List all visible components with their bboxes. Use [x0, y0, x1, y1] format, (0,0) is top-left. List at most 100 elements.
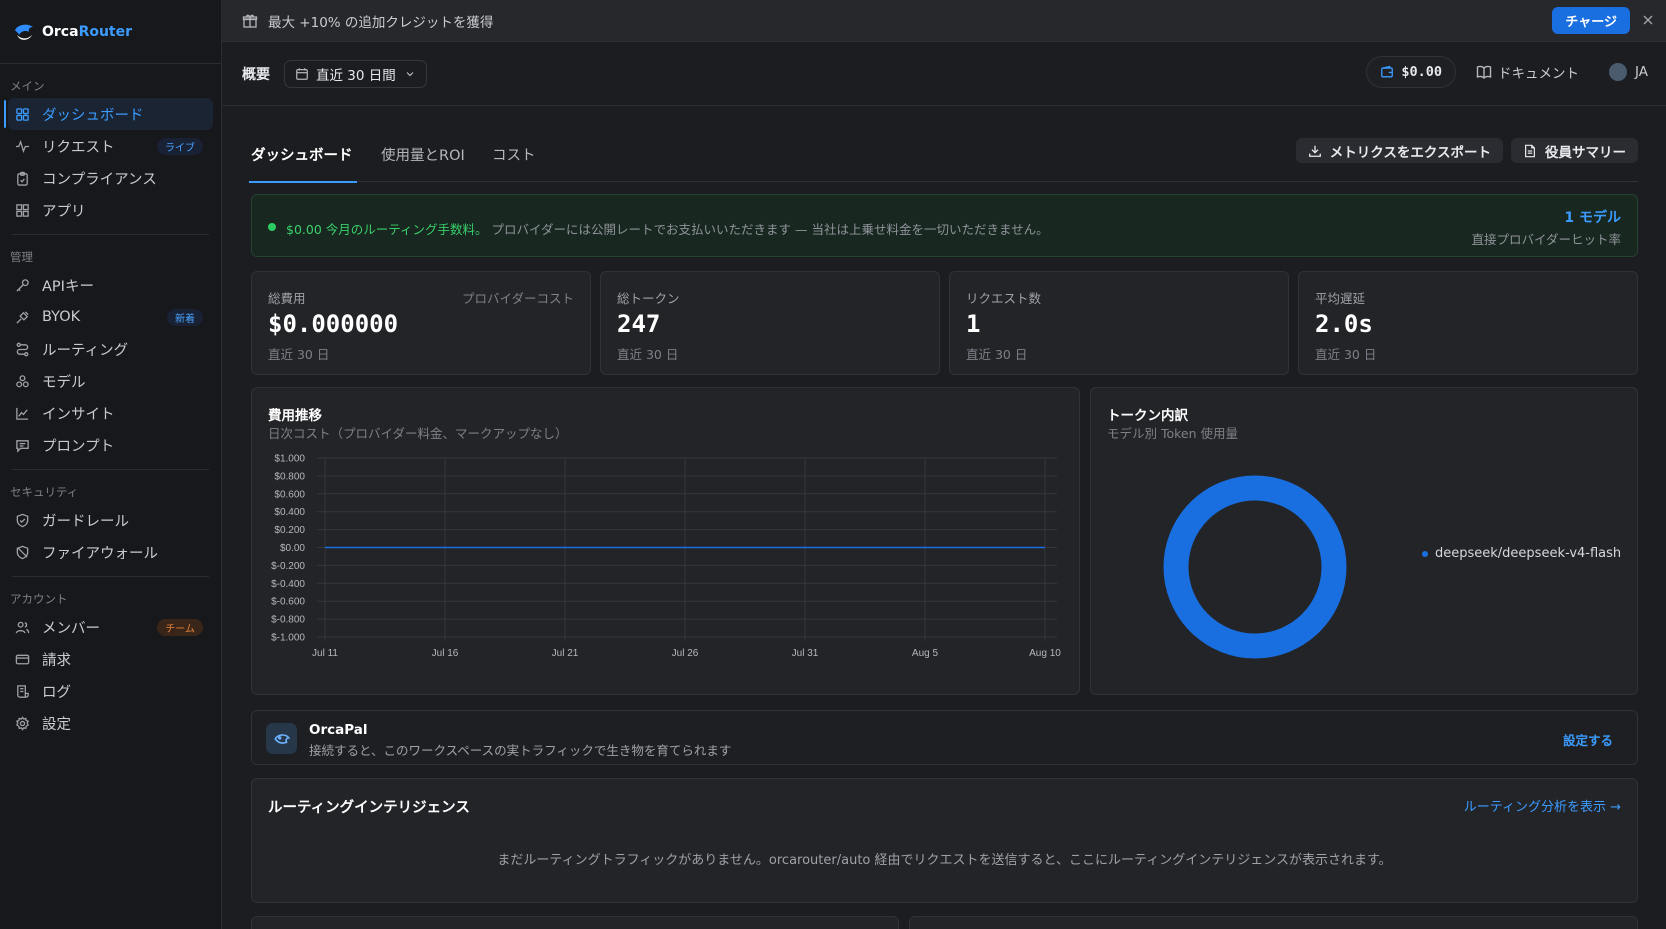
sidebar-item-label: ファイアウォール [42, 545, 158, 562]
token-breakdown-panel: トークン内訳 モデル別 Token 使用量 deepseek/deepseek-… [1090, 387, 1638, 695]
promo-banner: 最大 +10% の追加クレジットを獲得 チャージ [222, 0, 1666, 42]
stat-label: 総トークン [617, 291, 680, 306]
dashboard-tabs: ダッシュボード 使用量とROI コスト メトリクスをエクスポート 役員サマリー [249, 134, 1638, 183]
sidebar-item-billing[interactable]: 請求 [8, 643, 213, 675]
routing-title: ルーティングインテリジェンス [268, 800, 470, 816]
charge-button[interactable]: チャージ [1552, 7, 1630, 34]
dashboard-icon [14, 106, 30, 122]
orcapal-card: OrcaPal 接続すると、このワークスペースの実トラフィックで生き物を育てられ… [251, 710, 1638, 765]
team-badge: チーム [157, 618, 203, 636]
y-tick-label: $0.800 [274, 471, 305, 482]
sidebar-item-api-keys[interactable]: APIキー [8, 269, 213, 301]
y-tick-label: $-0.600 [271, 597, 305, 608]
docs-link[interactable]: ドキュメント [1476, 62, 1579, 82]
sidebar-item-models[interactable]: モデル [8, 365, 213, 397]
sidebar-item-label: ガードレール [42, 513, 129, 530]
document-icon [1525, 144, 1535, 157]
language-label: JA [1635, 64, 1648, 80]
sidebar-item-label: リクエスト [42, 139, 115, 156]
sidebar-item-byok[interactable]: BYOK 新着 [8, 301, 213, 333]
fee-message: $0.00 今月のルーティング手数料。 プロバイダーには公開レートでお支払いいた… [286, 219, 1049, 238]
sidebar-item-members[interactable]: メンバー チーム [8, 611, 213, 643]
clipboard-icon [14, 170, 30, 186]
nav-title-manage: 管理 [10, 250, 33, 264]
y-tick-label: $0.400 [274, 507, 305, 518]
users-icon [14, 619, 30, 635]
sidebar: Orca Router メイン ダッシュボード リクエスト ライブ コンプライアン… [0, 0, 222, 929]
language-switcher[interactable]: JA [1609, 63, 1648, 81]
tab-usage-roi[interactable]: 使用量とROI [381, 144, 465, 182]
tab-cost[interactable]: コスト [492, 144, 536, 182]
stat-value: $0.000000 [268, 310, 399, 338]
routing-fee-notice: $0.00 今月のルーティング手数料。 プロバイダーには公開レートでお支払いいた… [251, 194, 1638, 257]
sidebar-item-compliance[interactable]: コンプライアンス [8, 162, 213, 194]
nav-title-security: セキュリティ [10, 485, 79, 499]
main-content: ダッシュボード 使用量とROI コスト メトリクスをエクスポート 役員サマリー … [249, 106, 1638, 929]
stat-sub: 直近 30 日 [966, 347, 1028, 362]
nav-section-security: セキュリティ ガードレール ファイアウォール [0, 470, 221, 577]
sidebar-item-apps[interactable]: アプリ [8, 194, 213, 226]
gift-icon [242, 14, 258, 28]
stat-sub: 直近 30 日 [268, 347, 330, 362]
sidebar-item-logs[interactable]: ログ [8, 675, 213, 707]
routing-analysis-link[interactable]: ルーティング分析を表示 → [1464, 796, 1621, 815]
y-tick-label: $0.00 [280, 543, 305, 554]
y-tick-label: $0.600 [274, 489, 305, 500]
x-tick-label: Jul 11 [312, 648, 338, 659]
stat-value: 247 [617, 310, 661, 338]
y-tick-label: $-0.200 [271, 561, 305, 572]
sidebar-item-label: ダッシュボード [42, 107, 144, 124]
tab-dashboard[interactable]: ダッシュボード [249, 144, 356, 183]
x-tick-label: Jul 31 [792, 648, 819, 659]
sidebar-item-insights[interactable]: インサイト [8, 397, 213, 429]
apps-grid-icon [14, 202, 30, 218]
sidebar-item-label: プロンプト [42, 438, 115, 455]
key-icon [14, 277, 30, 293]
sidebar-item-routing[interactable]: ルーティング [8, 333, 213, 365]
export-metrics-button[interactable]: メトリクスをエクスポート [1295, 138, 1503, 163]
summary-label: 役員サマリー [1545, 144, 1626, 161]
banner-text: 最大 +10% の追加クレジットを獲得 [268, 14, 494, 31]
cost-trend-chart: $1.000 $0.800 $0.600 $0.400 $0.200 $0.00 $-0.2… [271, 454, 1061, 660]
stat-card-requests: リクエスト数 1 直近 30 日 [949, 271, 1289, 375]
export-label: メトリクスをエクスポート [1329, 144, 1491, 161]
orcapal-setup-link[interactable]: 設定する [1563, 730, 1613, 749]
sidebar-item-guardrails[interactable]: ガードレール [8, 504, 213, 536]
sidebar-item-label: ログ [42, 684, 71, 701]
donut-slice [1163, 475, 1347, 659]
balance-button[interactable]: $0.00 [1366, 56, 1457, 88]
page-header: 概要 直近 30 日間 $0.00 ドキュメント JA [222, 42, 1666, 106]
y-tick-label: $0.200 [274, 525, 305, 536]
logs-icon [14, 683, 30, 699]
stat-value: 1 [966, 310, 981, 338]
sidebar-item-firewall[interactable]: ファイアウォール [8, 536, 213, 568]
nav-section-account: アカウント メンバー チーム 請求 ログ 設定 [0, 577, 221, 739]
stat-card-total-cost: 総費用 プロバイダーコスト $0.000000 直近 30 日 [251, 271, 591, 375]
sidebar-item-label: コンプライアンス [42, 171, 157, 188]
executive-summary-button[interactable]: 役員サマリー [1511, 138, 1638, 163]
status-dot [268, 223, 276, 231]
download-icon [1308, 145, 1321, 157]
sidebar-item-label: 設定 [42, 716, 71, 733]
nav-title-main: メイン [10, 79, 45, 93]
chevron-down-icon [406, 71, 414, 76]
y-tick-label: $1.000 [274, 454, 305, 465]
bottom-card-right [909, 916, 1638, 929]
legend-item: deepseek/deepseek-v4-flash [1422, 546, 1621, 561]
x-tick-label: Aug 5 [912, 648, 939, 659]
sidebar-item-dashboard[interactable]: ダッシュボード [4, 98, 213, 130]
header-actions: $0.00 ドキュメント JA [1366, 56, 1648, 88]
date-range-select[interactable]: 直近 30 日間 [284, 59, 427, 88]
stat-label: リクエスト数 [966, 291, 1042, 306]
sidebar-item-settings[interactable]: 設定 [8, 707, 213, 739]
sidebar-item-prompts[interactable]: プロンプト [8, 429, 213, 461]
balance-amount: $0.00 [1401, 64, 1443, 80]
orcapal-description: 接続すると、このワークスペースの実トラフィックで生き物を育てられます [309, 743, 732, 758]
tab-actions: メトリクスをエクスポート 役員サマリー [1288, 138, 1638, 163]
sidebar-item-requests[interactable]: リクエスト ライブ [8, 130, 213, 162]
y-tick-label: $-0.800 [271, 615, 305, 626]
brand[interactable]: Orca Router [0, 0, 221, 64]
close-icon[interactable] [1640, 12, 1656, 28]
fee-highlight: $0.00 今月のルーティング手数料。 [286, 222, 488, 237]
plug-icon [14, 309, 30, 325]
